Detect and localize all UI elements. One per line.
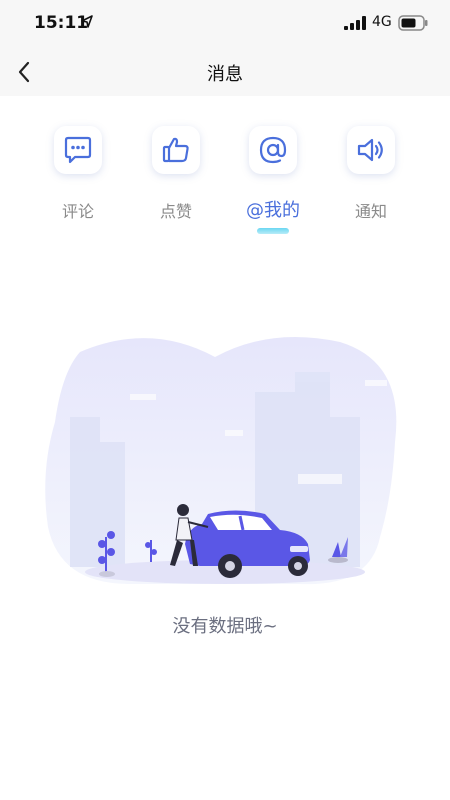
tab-icon-box (54, 126, 102, 174)
tab-likes[interactable]: 点赞 (131, 118, 221, 238)
empty-state-message: 没有数据哦~ (172, 616, 278, 637)
speaker-icon (357, 138, 383, 162)
tab-label: 通知 (354, 202, 387, 221)
tab-label: @我的 (246, 200, 300, 221)
battery-icon (398, 15, 428, 31)
thumbs-up-icon (162, 137, 189, 163)
tab-notifications[interactable]: 通知 (326, 118, 416, 238)
signal-icon (344, 16, 366, 30)
location-arrow-icon (81, 15, 93, 28)
network-type: 4G (372, 14, 392, 30)
tab-icon-box (152, 126, 200, 174)
tab-comments[interactable]: 评论 (33, 118, 123, 238)
tab-mentions[interactable]: @我的 (228, 118, 318, 238)
tab-icon-box (249, 126, 297, 174)
active-tab-indicator (257, 228, 289, 234)
empty-state-illustration (45, 337, 397, 585)
status-bar: 15:11 4G (0, 0, 450, 48)
tab-label: 点赞 (159, 202, 192, 221)
comment-icon (64, 136, 92, 164)
page-title: 消息 (207, 64, 243, 85)
at-icon (259, 136, 287, 164)
nav-bar: 消息 (0, 48, 450, 96)
message-tabs: 评论 点赞 @我的 通知 (0, 118, 450, 248)
tab-icon-box (347, 126, 395, 174)
tab-label: 评论 (61, 202, 94, 221)
